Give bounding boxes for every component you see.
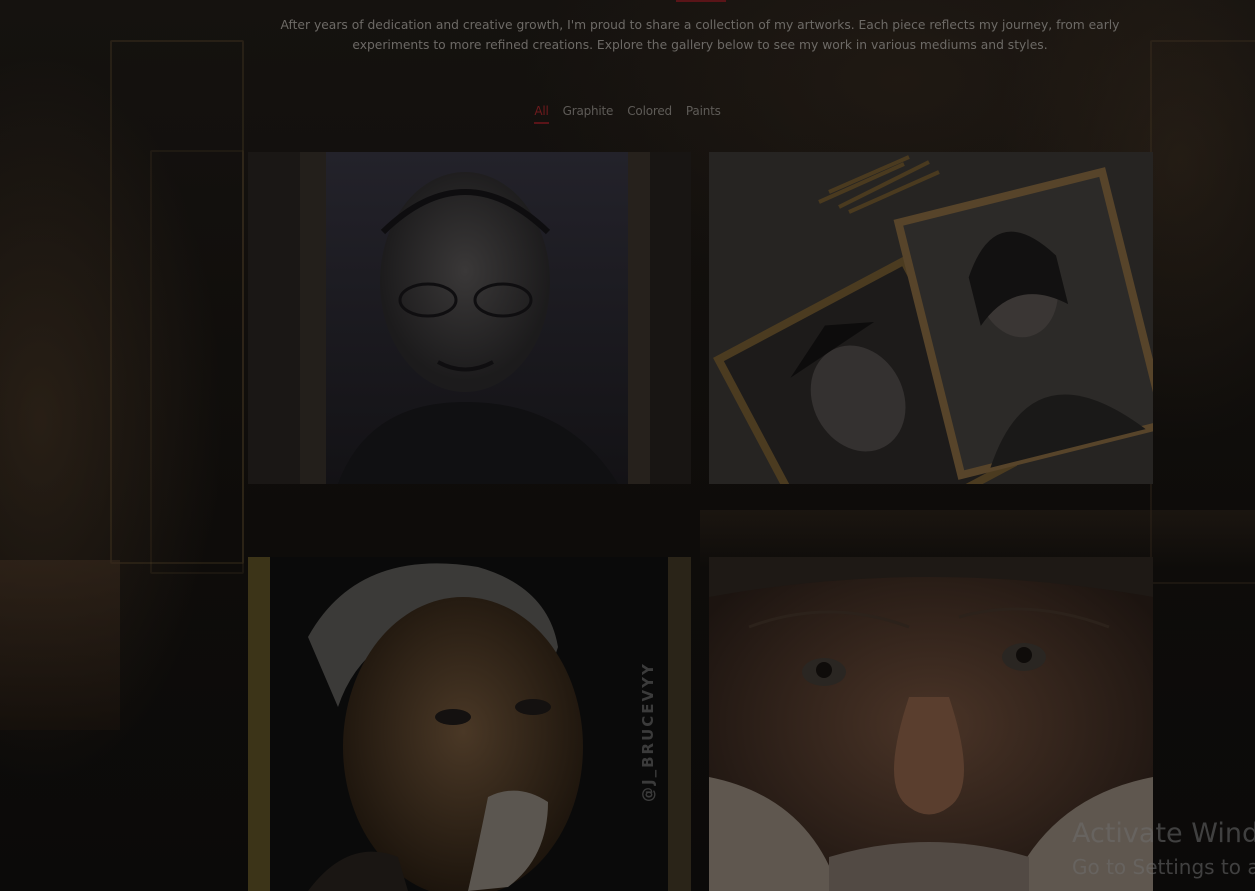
intro-line-2: experiments to more refined creations. E…: [352, 37, 1048, 52]
artwork-signature: @J_BRUCEVYY: [639, 662, 657, 802]
gallery-page: After years of dedication and creative g…: [0, 0, 1255, 891]
artwork-card[interactable]: @J_BRUCEVYY: [248, 557, 691, 891]
artwork-image-colored-portrait: @J_BRUCEVYY: [248, 557, 691, 891]
artwork-image-graphite-portrait: [248, 152, 691, 484]
activate-windows-watermark: Activate Windows Go to Settings to activ…: [1072, 816, 1255, 882]
section-accent-line: [676, 0, 726, 2]
filter-tab-graphite[interactable]: Graphite: [563, 104, 614, 124]
artwork-card[interactable]: [709, 152, 1153, 484]
filter-tab-all[interactable]: All: [534, 104, 549, 124]
background-frame: [150, 150, 244, 574]
filter-tab-paints[interactable]: Paints: [686, 104, 721, 124]
filter-tab-colored[interactable]: Colored: [627, 104, 672, 124]
filter-tabs: All Graphite Colored Paints: [0, 104, 1255, 124]
watermark-title: Activate Windows: [1072, 818, 1255, 849]
gallery-intro: After years of dedication and creative g…: [280, 16, 1120, 55]
artwork-image-framed-portraits: [709, 152, 1153, 484]
watermark-subtitle: Go to Settings to activate Windows.: [1072, 855, 1255, 879]
artwork-card[interactable]: [248, 152, 691, 484]
background-ledge: [0, 560, 120, 730]
intro-line-1: After years of dedication and creative g…: [280, 18, 1120, 32]
